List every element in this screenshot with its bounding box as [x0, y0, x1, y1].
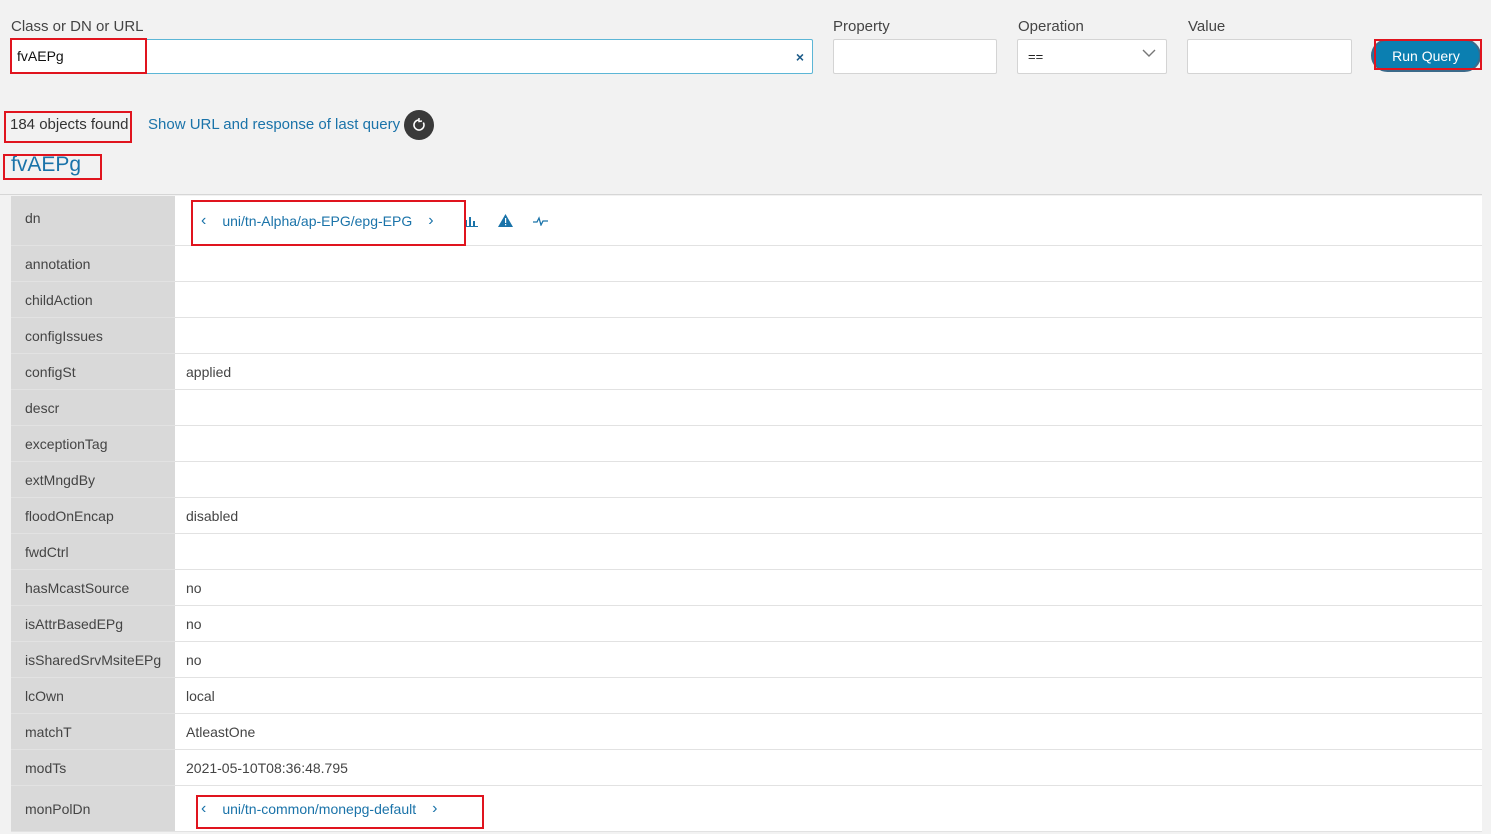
property-input[interactable] [833, 39, 997, 74]
table-row: configIssues [11, 318, 1482, 354]
operation-select[interactable]: == [1017, 39, 1167, 74]
table-row: extMngdBy [11, 462, 1482, 498]
operation-value: == [1028, 49, 1044, 64]
chevron-left-icon[interactable]: ‹ [195, 800, 212, 818]
row-key: configSt [11, 354, 175, 389]
table-row: matchT AtleastOne [11, 714, 1482, 750]
row-value: applied [175, 354, 1482, 389]
row-key: monPolDn [11, 786, 175, 831]
dn-navigator: ‹ uni/tn-Alpha/ap-EPG/epg-EPG › [195, 212, 440, 230]
table-row: descr [11, 390, 1482, 426]
row-key: configIssues [11, 318, 175, 353]
table-row: childAction [11, 282, 1482, 318]
mon-pol-dn-navigator: ‹ uni/tn-common/monepg-default › [195, 800, 443, 818]
row-key: descr [11, 390, 175, 425]
class-title: fvAEPg [11, 153, 82, 176]
row-value [175, 462, 1482, 497]
row-key: lcOwn [11, 678, 175, 713]
row-key: hasMcastSource [11, 570, 175, 605]
row-value: 2021-05-10T08:36:48.795 [175, 750, 1482, 785]
table-row: hasMcastSource no [11, 570, 1482, 606]
row-value [175, 534, 1482, 569]
table-row: isAttrBasedEPg no [11, 606, 1482, 642]
table-row: modTs 2021-05-10T08:36:48.795 [11, 750, 1482, 786]
dn-link[interactable]: uni/tn-Alpha/ap-EPG/epg-EPG [212, 213, 422, 229]
bar-chart-icon[interactable] [463, 215, 478, 227]
row-key: annotation [11, 246, 175, 281]
row-key: childAction [11, 282, 175, 317]
warning-triangle-icon[interactable] [497, 214, 513, 227]
row-value: local [175, 678, 1482, 713]
table-row: fwdCtrl [11, 534, 1482, 570]
table-row: floodOnEncap disabled [11, 498, 1482, 534]
row-value: ‹ uni/tn-Alpha/ap-EPG/epg-EPG › [175, 196, 1482, 245]
class-input-value: fvAEPg [17, 48, 64, 64]
row-key: modTs [11, 750, 175, 785]
chevron-right-icon[interactable]: › [426, 800, 443, 818]
row-value: ‹ uni/tn-common/monepg-default › [175, 786, 1482, 831]
table-row: annotation [11, 246, 1482, 282]
chevron-right-icon[interactable]: › [422, 212, 439, 230]
row-value: disabled [175, 498, 1482, 533]
row-key: dn [11, 196, 175, 245]
row-key: matchT [11, 714, 175, 749]
value-input[interactable] [1187, 39, 1352, 74]
pulse-icon[interactable] [532, 215, 548, 226]
row-key: exceptionTag [11, 426, 175, 461]
show-url-link[interactable]: Show URL and response of last query [148, 116, 400, 133]
table-row: dn ‹ uni/tn-Alpha/ap-EPG/epg-EPG › [11, 196, 1482, 246]
table-row: lcOwn local [11, 678, 1482, 714]
row-value: no [175, 606, 1482, 641]
refresh-button[interactable] [404, 110, 434, 140]
table-row: isSharedSrvMsiteEPg no [11, 642, 1482, 678]
row-value: AtleastOne [175, 714, 1482, 749]
row-key: extMngdBy [11, 462, 175, 497]
table-row: configSt applied [11, 354, 1482, 390]
class-dn-url-input[interactable]: fvAEPg × [10, 39, 813, 74]
mon-pol-dn-link[interactable]: uni/tn-common/monepg-default [212, 801, 426, 817]
properties-table: dn ‹ uni/tn-Alpha/ap-EPG/epg-EPG › annot… [11, 196, 1482, 832]
row-key: floodOnEncap [11, 498, 175, 533]
operation-label: Operation [1018, 18, 1084, 35]
row-value: no [175, 642, 1482, 677]
row-value [175, 282, 1482, 317]
chevron-down-icon [1142, 49, 1156, 57]
value-label: Value [1188, 18, 1226, 35]
objects-found-count: 184 objects found [10, 116, 129, 133]
run-query-button[interactable]: Run Query [1371, 39, 1481, 72]
property-label: Property [833, 18, 890, 35]
class-label: Class or DN or URL [11, 18, 144, 35]
dn-actions [463, 214, 548, 227]
divider [0, 194, 1482, 195]
refresh-icon [413, 118, 425, 131]
row-value [175, 390, 1482, 425]
row-value [175, 246, 1482, 281]
table-row: monPolDn ‹ uni/tn-common/monepg-default … [11, 786, 1482, 832]
chevron-left-icon[interactable]: ‹ [195, 212, 212, 230]
table-row: exceptionTag [11, 426, 1482, 462]
row-key: isSharedSrvMsiteEPg [11, 642, 175, 677]
row-value: no [175, 570, 1482, 605]
row-key: fwdCtrl [11, 534, 175, 569]
clear-icon[interactable]: × [796, 49, 804, 65]
row-value [175, 426, 1482, 461]
row-value [175, 318, 1482, 353]
row-key: isAttrBasedEPg [11, 606, 175, 641]
